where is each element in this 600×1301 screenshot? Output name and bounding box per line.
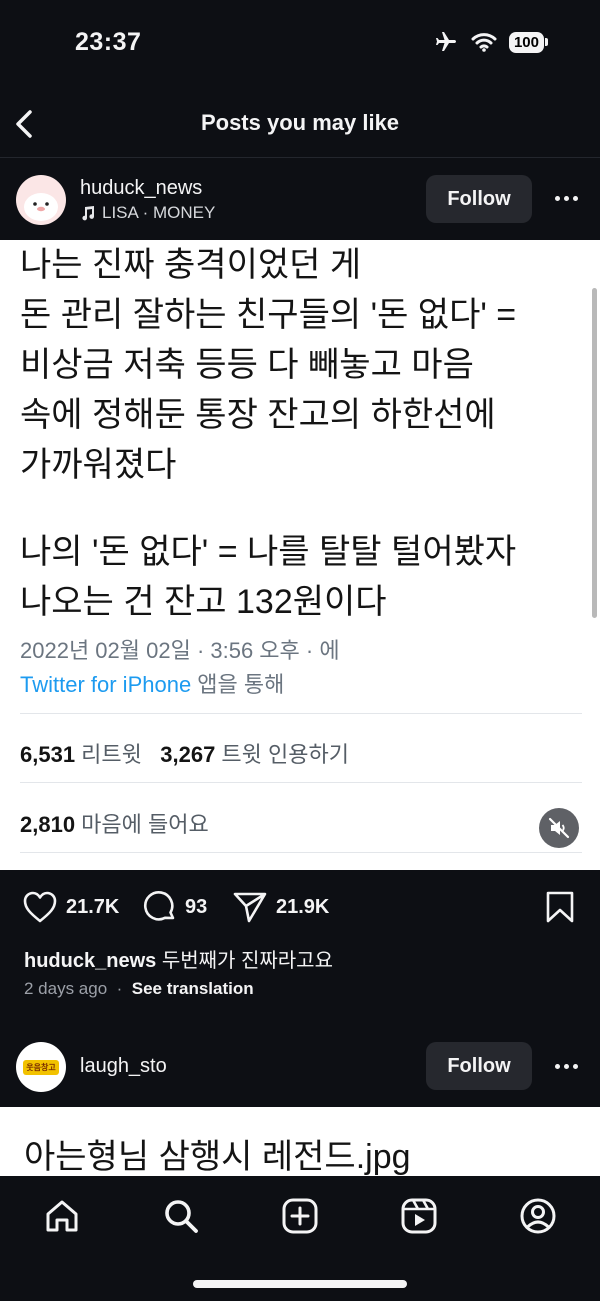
wifi-icon [471, 33, 497, 52]
post-image[interactable]: 나는 진짜 충격이었던 게 돈 관리 잘하는 친구들의 '돈 없다' = 비상금… [0, 240, 600, 870]
comment-count: 93 [185, 895, 208, 918]
tweet-text-line: 비상금 저축 등등 다 빼놓고 마음 [20, 346, 474, 384]
header-divider [0, 157, 600, 158]
battery-icon: 100 [508, 31, 548, 53]
post-meta: 2 days ago · See translation [24, 979, 254, 999]
time-ago: 2 days ago [24, 979, 108, 998]
retweet-count: 6,531 [20, 742, 76, 767]
tweet-text-line: 속에 정해둔 통장 잔고의 하한선에 [20, 396, 496, 434]
tweet-client-link: Twitter for iPhone [20, 672, 192, 697]
post-image[interactable]: 아는형님 삼행시 레전드.jpg [0, 1107, 600, 1177]
caption-username[interactable]: huduck_news [24, 950, 156, 972]
quote-count: 3,267 [160, 742, 216, 767]
tab-create[interactable] [278, 1194, 322, 1238]
status-time: 23:37 [75, 28, 142, 56]
back-button[interactable] [10, 106, 44, 142]
more-options-button[interactable] [546, 1056, 586, 1076]
post-image-text: 아는형님 삼행시 레전드.jpg [24, 1138, 411, 1176]
mute-button[interactable] [539, 808, 579, 848]
tweet-divider [20, 713, 582, 714]
avatar[interactable] [16, 175, 66, 225]
tweet-text-line: 나의 '돈 없다' = 나를 탈탈 털어봤자 [20, 533, 517, 571]
profile-icon [520, 1198, 556, 1234]
tab-home[interactable] [40, 1194, 84, 1238]
chevron-left-icon [16, 110, 32, 138]
tweet-retweet-stats: 6,531 리트윗 3,267 트윗 인용하기 [20, 737, 349, 769]
comment-icon [144, 891, 175, 921]
tweet-client-suffix: 앱을 통해 [191, 672, 285, 697]
avatar[interactable]: 웃음창고 [16, 1042, 66, 1092]
home-icon [46, 1200, 78, 1232]
quote-label: 트윗 인용하기 [215, 742, 349, 767]
tweet-divider [20, 782, 582, 783]
dot [572, 195, 578, 201]
heart-icon [23, 891, 57, 923]
tweet-like-stats: 2,810 마음에 들어요 [20, 807, 209, 839]
dot [563, 195, 569, 201]
post-username[interactable]: huduck_news [80, 177, 202, 200]
meta-separator: · [111, 979, 128, 998]
like-button[interactable]: 21.7K [22, 890, 119, 924]
music-label: LISA · MONEY [102, 203, 216, 222]
tweet-text-line: 나는 진짜 충격이었던 게 [20, 246, 362, 284]
home-indicator[interactable] [193, 1280, 407, 1288]
tweet-text-line: 나오는 건 잔고 132원이다 [20, 583, 387, 621]
more-options-button[interactable] [546, 188, 586, 208]
share-count: 21.9K [276, 895, 330, 918]
caption-text: 두번째가 진짜라고요 [156, 950, 333, 972]
music-note-icon [82, 206, 95, 221]
share-button[interactable]: 21.9K [232, 890, 329, 924]
status-icons: 100 [433, 30, 548, 54]
dot [554, 195, 560, 201]
battery-level: 100 [508, 31, 544, 53]
music-info[interactable]: LISA · MONEY [80, 203, 215, 223]
tab-profile[interactable] [516, 1194, 560, 1238]
bookmark-icon [546, 891, 574, 923]
tweet-date: 2022년 02월 02일 · 3:56 오후 · 에 [20, 638, 340, 663]
dot [572, 1063, 578, 1069]
image-scrollbar [592, 288, 597, 618]
tweet-text-line: 돈 관리 잘하는 친구들의 '돈 없다' = [20, 296, 517, 334]
tab-search[interactable] [159, 1194, 203, 1238]
page-title: Posts you may like [200, 110, 400, 135]
post-username[interactable]: laugh_sto [80, 1055, 167, 1078]
tweet-client: Twitter for iPhone 앱을 통해 [20, 667, 284, 699]
dot [554, 1063, 560, 1069]
avatar-logo-text: 웃음창고 [23, 1059, 59, 1075]
send-icon [233, 892, 267, 923]
follow-button[interactable]: Follow [426, 1042, 532, 1090]
search-icon [165, 1200, 198, 1233]
reels-icon [401, 1198, 437, 1234]
like-count: 21.7K [66, 895, 120, 918]
retweet-label: 리트윗 [75, 742, 142, 767]
tweet-divider [20, 852, 582, 853]
see-translation-link[interactable]: See translation [132, 979, 254, 998]
speaker-muted-icon [548, 817, 570, 839]
save-button[interactable] [545, 890, 575, 929]
post-caption: huduck_news 두번째가 진짜라고요 [24, 944, 333, 973]
tweet-text-line: 가까워졌다 [20, 446, 177, 484]
tweet-like-count: 2,810 [20, 812, 76, 837]
follow-button[interactable]: Follow [426, 175, 532, 223]
dot [563, 1063, 569, 1069]
create-icon [282, 1198, 318, 1234]
duck-avatar-icon [24, 193, 58, 221]
airplane-icon [435, 32, 456, 51]
tweet-like-label: 마음에 들어요 [75, 812, 209, 837]
tab-reels[interactable] [397, 1194, 441, 1238]
comment-button[interactable]: 93 [143, 890, 207, 924]
